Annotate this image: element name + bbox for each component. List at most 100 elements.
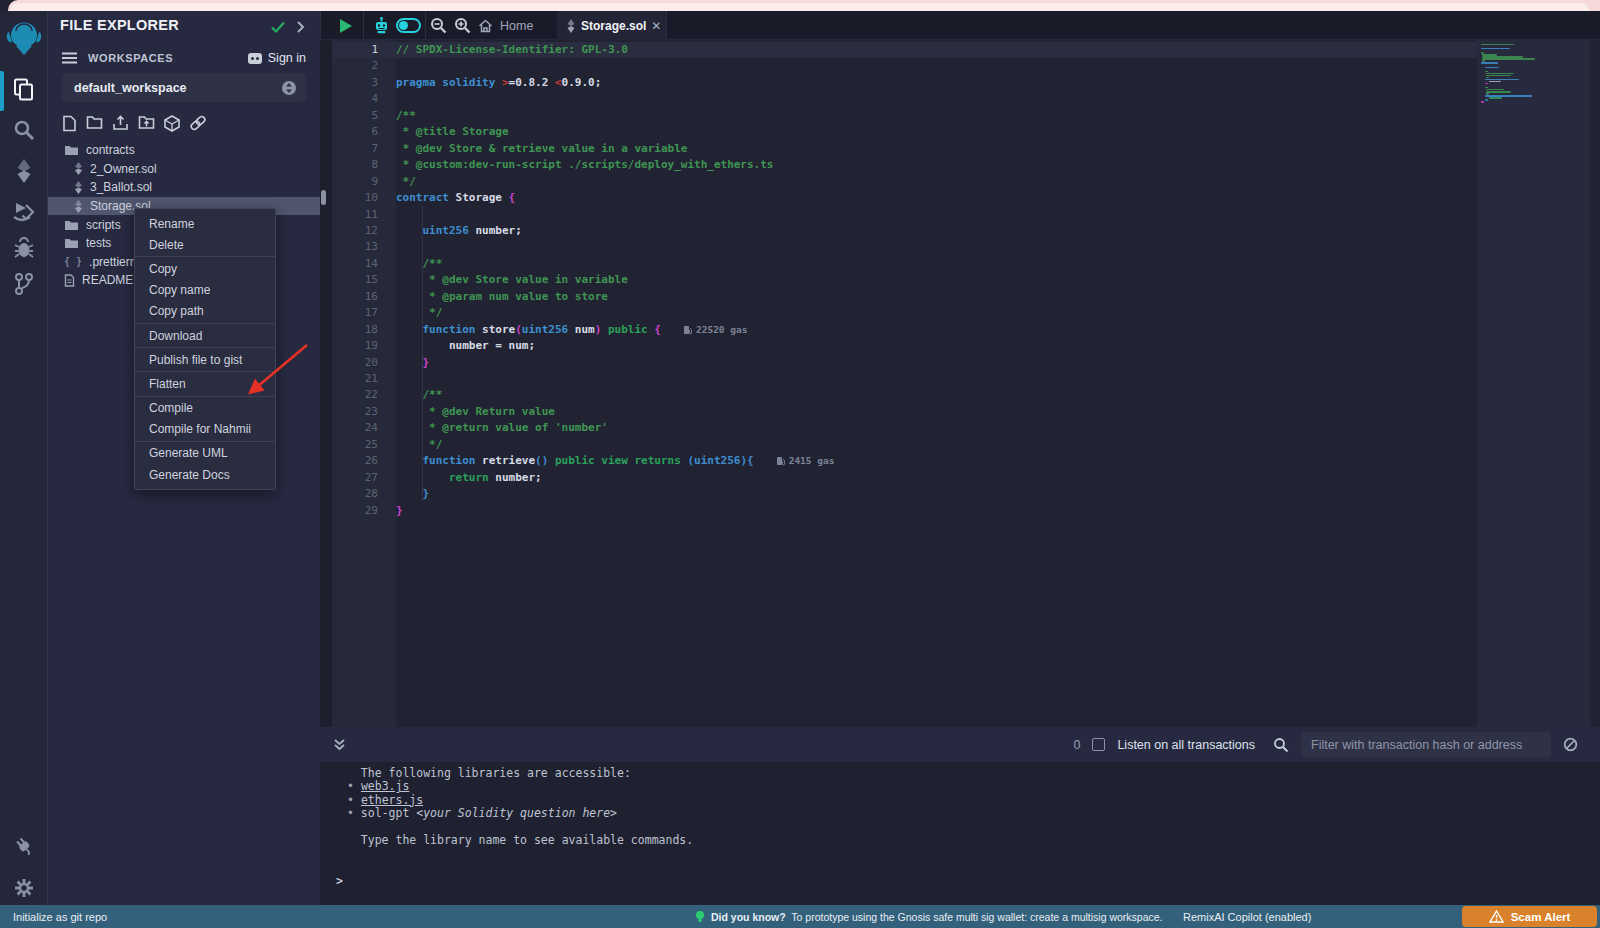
line-number: 12 — [332, 223, 378, 239]
copilot-status[interactable]: RemixAI Copilot (enabled) — [1183, 905, 1311, 928]
file-explorer-icon[interactable] — [0, 77, 48, 101]
code-line-1: // SPDX-License-Identifier: GPL-3.0 — [396, 42, 628, 58]
code-line-23: * @dev Return value — [396, 404, 555, 420]
line-number: 6 — [332, 124, 378, 140]
settings-icon[interactable] — [0, 877, 48, 899]
menu-item-download[interactable]: Download — [135, 325, 275, 346]
line-number: 27 — [332, 470, 378, 486]
new-file-icon[interactable] — [62, 115, 77, 132]
line-number: 7 — [332, 141, 378, 157]
line-number: 17 — [332, 305, 378, 321]
code-line-18: function store(uint256 num) public {2252… — [396, 322, 747, 338]
zoom-out-icon[interactable] — [430, 17, 447, 34]
minimap[interactable] — [1477, 40, 1590, 727]
menu-item-flatten[interactable]: Flatten — [135, 373, 275, 394]
code-line-10: contract Storage { — [396, 190, 515, 206]
line-number: 18 — [332, 322, 378, 338]
run-script-button[interactable] — [340, 19, 352, 33]
line-number: 15 — [332, 272, 378, 288]
minimap-line — [1482, 58, 1535, 59]
tab-storage-sol[interactable]: Storage.sol ✕ — [557, 11, 667, 40]
clear-console-icon[interactable] — [1563, 737, 1578, 752]
code-line-12: uint256 number; — [396, 223, 522, 239]
menu-item-generate-uml[interactable]: Generate UML — [135, 443, 275, 464]
menu-item-delete[interactable]: Delete — [135, 234, 275, 255]
copilot-toggle[interactable] — [396, 18, 421, 33]
ai-copilot-robot-icon[interactable] — [372, 16, 391, 35]
tab-home[interactable]: Home — [478, 11, 533, 40]
code-line-27: return number; — [396, 470, 542, 486]
tree-item-label: scripts — [86, 218, 121, 232]
sign-in-button[interactable]: Sign in — [247, 51, 306, 65]
tree-item-3-ballot-sol[interactable]: 3_Ballot.sol — [48, 178, 320, 197]
remix-logo-icon[interactable] — [0, 19, 48, 57]
tree-item-label: contracts — [86, 143, 135, 157]
listen-all-transactions-checkbox[interactable] — [1092, 738, 1105, 751]
chevron-right-icon[interactable] — [296, 20, 305, 34]
tree-item-contracts[interactable]: contracts — [48, 141, 320, 160]
zoom-in-icon[interactable] — [454, 17, 471, 34]
workspaces-label: WORKSPACES — [88, 52, 173, 64]
ipfs-box-icon[interactable] — [164, 115, 180, 132]
menu-item-compile-for-nahmii[interactable]: Compile for Nahmii — [135, 419, 275, 440]
menu-separator — [135, 256, 275, 257]
editor-tabbar: Home Storage.sol ✕ — [320, 11, 1600, 40]
menu-item-copy[interactable]: Copy — [135, 258, 275, 279]
scam-alert-badge[interactable]: Scam Alert — [1462, 906, 1597, 927]
search-icon[interactable] — [0, 119, 48, 141]
upload-folder-icon[interactable] — [138, 115, 155, 132]
search-icon[interactable] — [1273, 737, 1289, 753]
line-number: 28 — [332, 486, 378, 502]
tree-item-2-owner-sol[interactable]: 2_Owner.sol — [48, 160, 320, 179]
code-line-8: * @custom:dev-run-script ./scripts/deplo… — [396, 157, 774, 173]
code-line-16: * @param num value to store — [396, 289, 608, 305]
warning-icon — [1489, 910, 1504, 923]
code-line-5: /** — [396, 108, 416, 124]
git-icon[interactable] — [0, 272, 48, 296]
line-number: 24 — [332, 420, 378, 436]
menu-item-publish-file-to-gist[interactable]: Publish file to gist — [135, 349, 275, 370]
minimap-line — [1485, 67, 1499, 68]
terminal-prompt: > — [336, 874, 343, 888]
solidity-compiler-icon[interactable] — [0, 159, 48, 183]
check-icon[interactable] — [270, 20, 286, 34]
minimap-line — [1481, 62, 1498, 63]
gas-estimate-badge: 2415 gas — [776, 453, 835, 469]
terminal-library-link[interactable]: • web3.js — [347, 780, 409, 793]
init-git-repo-button[interactable]: Initialize as git repo — [13, 905, 107, 928]
plugin-manager-icon[interactable] — [0, 835, 48, 857]
link-icon[interactable] — [189, 115, 207, 132]
menu-item-rename[interactable]: Rename — [135, 213, 275, 234]
code-line-6: * @title Storage — [396, 124, 509, 140]
deploy-run-icon[interactable] — [0, 201, 48, 223]
code-line-20: } — [396, 355, 429, 371]
minimap-line — [1481, 44, 1514, 45]
expand-terminal-icon[interactable] — [333, 738, 346, 752]
menu-item-compile[interactable]: Compile — [135, 398, 275, 419]
upload-file-icon[interactable] — [112, 115, 129, 132]
line-number: 19 — [332, 338, 378, 354]
minimap-line — [1486, 73, 1515, 74]
transaction-filter-input[interactable] — [1301, 732, 1551, 757]
workspace-select[interactable]: default_workspace — [62, 73, 306, 102]
browser-top-strip — [8, 0, 1600, 11]
new-folder-icon[interactable] — [86, 115, 103, 132]
tree-item-label: tests — [86, 236, 111, 250]
line-number: 9 — [332, 174, 378, 190]
menu-item-copy-path[interactable]: Copy path — [135, 301, 275, 322]
code-line-14: /** — [396, 256, 442, 272]
minimap-line — [1485, 99, 1488, 100]
panel-title: FILE EXPLORER — [60, 17, 179, 33]
menu-item-generate-docs[interactable]: Generate Docs — [135, 464, 275, 485]
gas-estimate-badge: 22520 gas — [683, 322, 747, 338]
minimap-line — [1489, 97, 1502, 98]
terminal-output[interactable]: The following libraries are accessible:•… — [320, 762, 1600, 905]
debugger-icon[interactable] — [0, 237, 48, 259]
close-tab-icon[interactable]: ✕ — [651, 19, 661, 33]
menu-item-copy-name[interactable]: Copy name — [135, 280, 275, 301]
terminal-library-link[interactable]: • ethers.js — [347, 794, 423, 807]
code-line-25: */ — [396, 437, 442, 453]
code-editor[interactable]: // SPDX-License-Identifier: GPL-3.0pragm… — [320, 40, 1600, 727]
terminal-line: Type the library name to see available c… — [347, 834, 693, 847]
hamburger-icon[interactable] — [62, 52, 77, 64]
